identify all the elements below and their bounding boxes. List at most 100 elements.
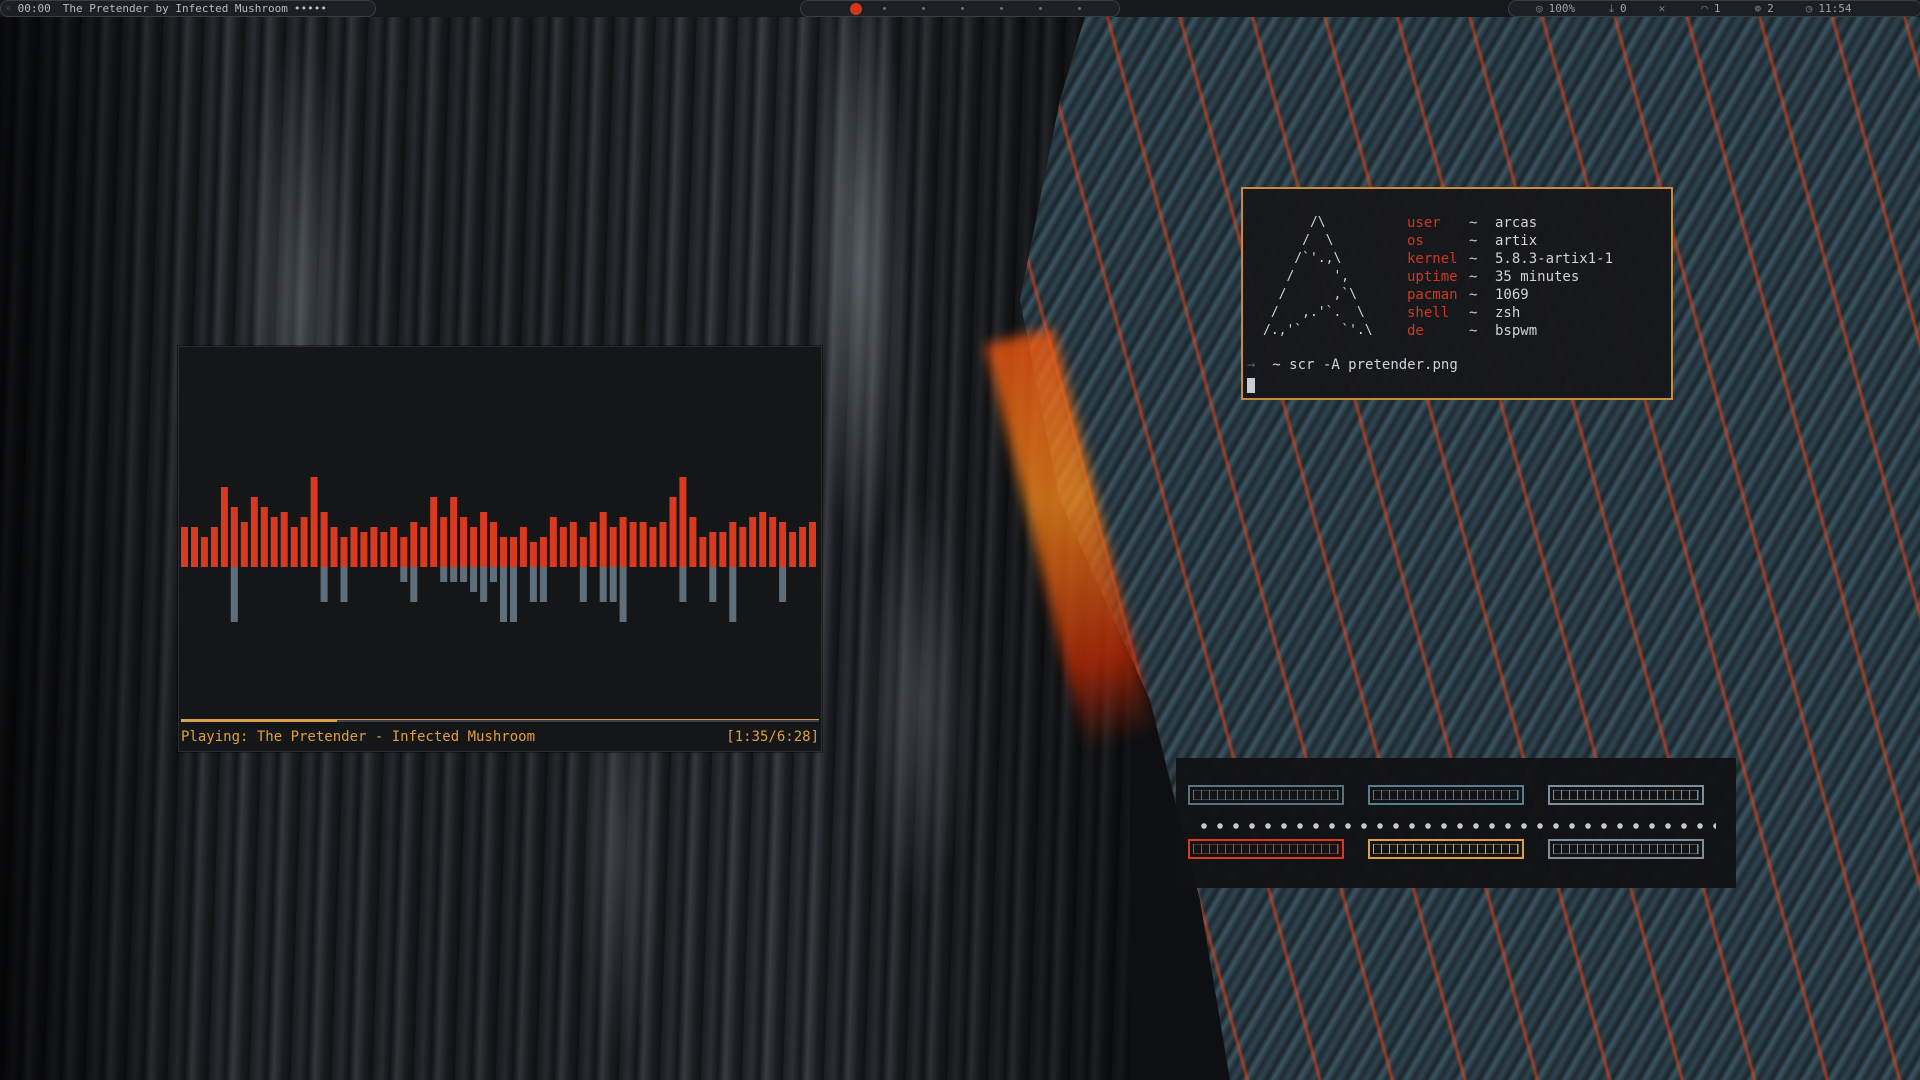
spectrum-bar-upper bbox=[729, 522, 737, 567]
terminal-window[interactable]: /\ / \ /`'.,\ / ', / ,`\ / ,.'`. \ /.,'`… bbox=[1241, 187, 1673, 400]
updates-status[interactable]: ⊚ 2 bbox=[1755, 0, 1774, 17]
workspace-dot[interactable] bbox=[1078, 7, 1081, 10]
workspace-active-indicator[interactable] bbox=[850, 2, 862, 15]
info-key: pacman bbox=[1407, 287, 1458, 303]
info-row-de: de ~ bspwm bbox=[1407, 322, 1537, 340]
top-status-bar: ◦ 00:00 The Pretender by Infected Mushro… bbox=[0, 0, 1920, 17]
spectrum-bar-upper bbox=[599, 512, 607, 567]
info-key: user bbox=[1407, 215, 1441, 231]
spectrum-bar-upper bbox=[629, 522, 637, 567]
workspace-switcher[interactable] bbox=[850, 0, 1096, 17]
workspace-dot[interactable] bbox=[1000, 7, 1003, 10]
info-row-user: user ~ arcas bbox=[1407, 214, 1537, 232]
wifi-status[interactable]: ◠ 1 bbox=[1701, 0, 1720, 17]
spectrum-bar-upper bbox=[370, 527, 378, 567]
spectrum-bar-upper bbox=[510, 537, 517, 567]
spectrum-bar-lower bbox=[779, 567, 787, 602]
color-swatch bbox=[1548, 839, 1704, 859]
spectrum-bar-upper bbox=[539, 537, 547, 567]
spectrum-bar-upper bbox=[809, 522, 816, 567]
spectrum-bar-upper bbox=[330, 527, 338, 567]
spectrum-bar-upper bbox=[250, 497, 258, 567]
spectrum-bar-upper bbox=[240, 522, 248, 567]
spectrum-bar-upper bbox=[709, 532, 717, 567]
spectrum-bar-upper bbox=[191, 527, 198, 567]
spectrum-bar-upper bbox=[779, 522, 787, 567]
spectrum-bar-lower bbox=[470, 567, 478, 592]
spectrum-bar-upper bbox=[519, 527, 527, 567]
spectrum-bar-upper bbox=[310, 477, 318, 567]
prompt-arrow: → bbox=[1247, 357, 1256, 373]
workspace-dot[interactable] bbox=[961, 7, 964, 10]
spectrum-bar-lower bbox=[450, 567, 458, 582]
info-key: uptime bbox=[1407, 269, 1458, 285]
color-swatch bbox=[1368, 839, 1524, 859]
spectrum-bar-lower bbox=[340, 567, 348, 602]
info-separator: ~ bbox=[1469, 233, 1478, 249]
spectrum-bar-upper bbox=[699, 537, 707, 567]
spectrum-bar-upper bbox=[220, 487, 228, 567]
info-value: 5.8.3-artix1-1 bbox=[1495, 251, 1614, 267]
palette-dot-separator bbox=[1196, 823, 1716, 829]
clock-status[interactable]: ◷ 11:54 bbox=[1806, 0, 1852, 17]
info-value: 1069 bbox=[1495, 287, 1529, 303]
spectrum-bar-lower bbox=[410, 567, 418, 602]
workspace-dot[interactable] bbox=[883, 7, 886, 10]
spectrum-bar-lower bbox=[619, 567, 627, 622]
clock-icon: ◷ bbox=[1805, 2, 1813, 15]
volume-status[interactable]: ◎ 100% bbox=[1536, 0, 1575, 17]
downloads-status[interactable]: ⤓ 0 bbox=[1609, 0, 1627, 17]
info-key: de bbox=[1407, 323, 1424, 339]
now-playing-segment[interactable]: ◦ 00:00 The Pretender by Infected Mushro… bbox=[5, 0, 327, 17]
spectrum-bar-upper bbox=[340, 537, 348, 567]
spectrum-bar-lower bbox=[460, 567, 468, 582]
spectrum-bar-upper bbox=[400, 537, 408, 567]
color-swatch bbox=[1548, 785, 1704, 805]
spectrum-bar-upper bbox=[669, 497, 677, 567]
spectrum-bar-lower bbox=[729, 567, 737, 622]
bell-off-icon: ✕ bbox=[1658, 2, 1666, 15]
prompt-command: scr -A pretender.png bbox=[1289, 357, 1458, 373]
info-key: kernel bbox=[1407, 251, 1458, 267]
spectrum-bar-upper bbox=[749, 517, 757, 567]
spectrum-bar-upper bbox=[569, 522, 577, 567]
spectrum-bar-lower bbox=[679, 567, 687, 602]
color-palette-window[interactable] bbox=[1176, 758, 1736, 888]
spectrum-bar-upper bbox=[380, 532, 388, 567]
volume-value: 100% bbox=[1548, 2, 1576, 15]
spectrum-bar-lower bbox=[579, 567, 587, 602]
volume-icon: ◎ bbox=[1536, 2, 1543, 15]
spectrum-bar-upper bbox=[200, 537, 208, 567]
spectrum-bar-upper bbox=[769, 517, 777, 567]
distro-ascii-logo: /\ / \ /`'.,\ / ', / ,`\ / ,.'`. \ /.,'`… bbox=[1263, 215, 1373, 338]
spectrum-bar-upper bbox=[490, 522, 497, 567]
audio-visualizer-window[interactable]: Playing: The Pretender - Infected Mushro… bbox=[178, 346, 822, 752]
spectrum-bar-upper bbox=[619, 517, 627, 567]
info-key: shell bbox=[1407, 305, 1450, 321]
spectrum-bar-upper bbox=[549, 517, 557, 567]
spectrum-bar-upper bbox=[390, 527, 398, 567]
workspace-dot[interactable] bbox=[1039, 7, 1042, 10]
notification-toggle[interactable]: ✕ bbox=[1659, 0, 1666, 17]
spectrum-bar-upper bbox=[440, 517, 448, 567]
spectrum-bar-upper bbox=[529, 542, 537, 567]
spectrum-bar-lower bbox=[500, 567, 507, 622]
spectrum-bar-upper bbox=[799, 527, 807, 567]
info-value: bspwm bbox=[1495, 323, 1538, 339]
updates-value: 2 bbox=[1767, 2, 1774, 15]
spectrum-bar-upper bbox=[689, 517, 697, 567]
spectrum-bar-lower bbox=[400, 567, 408, 582]
shell-prompt: → ~ scr -A pretender.png bbox=[1247, 357, 1458, 373]
spectrum-bar-lower bbox=[490, 567, 497, 582]
spectrum-bar-upper bbox=[210, 527, 218, 567]
info-value: arcas bbox=[1495, 215, 1538, 231]
downloads-value: 0 bbox=[1620, 2, 1627, 15]
spectrum-bar-lower bbox=[709, 567, 717, 602]
playback-time: [1:35/6:28] bbox=[726, 729, 819, 745]
spectrum-bar-lower bbox=[230, 567, 238, 622]
spectrum-bar-upper bbox=[649, 527, 657, 567]
wifi-icon: ◠ bbox=[1701, 2, 1708, 15]
info-separator: ~ bbox=[1469, 287, 1478, 303]
info-separator: ~ bbox=[1469, 323, 1478, 339]
workspace-dot[interactable] bbox=[922, 7, 925, 10]
